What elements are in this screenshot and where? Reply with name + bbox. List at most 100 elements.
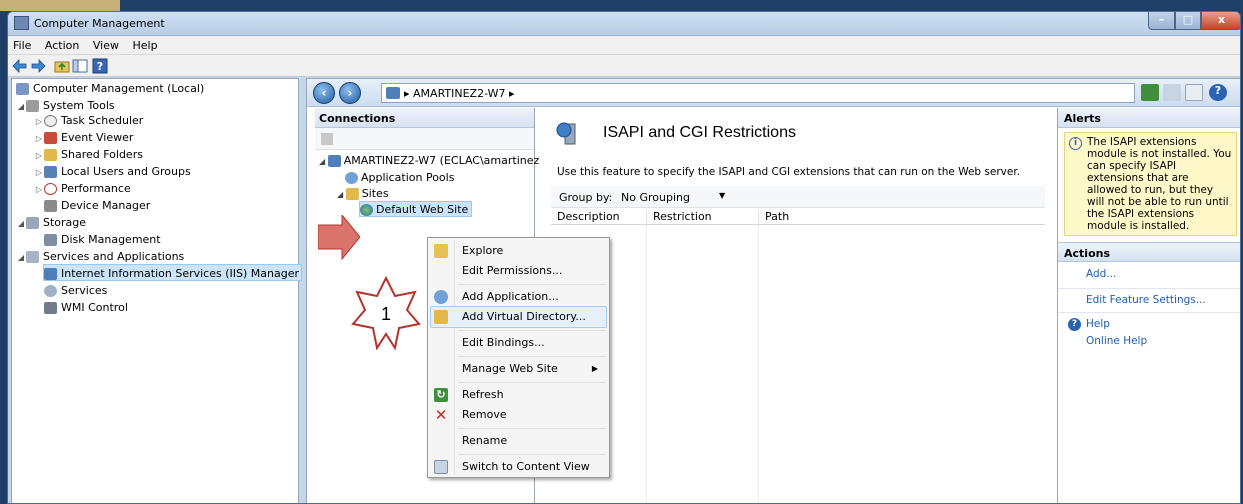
shared-folder-icon bbox=[44, 149, 57, 161]
connection-sites[interactable]: ◢ Sites bbox=[337, 186, 389, 202]
collapsed-arrow-icon[interactable]: ▷ bbox=[34, 130, 44, 147]
minimize-button[interactable]: – bbox=[1148, 12, 1175, 30]
action-help[interactable]: Help bbox=[1086, 318, 1110, 330]
action-online-help[interactable]: Online Help bbox=[1086, 335, 1147, 347]
tree-item-services[interactable]: Services bbox=[44, 282, 107, 299]
menu-item-edit-permissions[interactable]: Edit Permissions... bbox=[430, 260, 607, 282]
column-path[interactable]: Path bbox=[758, 210, 789, 225]
clock-icon bbox=[44, 115, 57, 127]
title-bar[interactable]: Computer Management – □ x bbox=[8, 12, 1240, 36]
connection-default-web-site[interactable]: Default Web Site bbox=[359, 201, 473, 217]
computer-management-icon bbox=[14, 16, 29, 30]
expanded-arrow-icon[interactable]: ◢ bbox=[337, 190, 346, 199]
tree-item-task-scheduler[interactable]: ▷ Task Scheduler bbox=[34, 112, 143, 129]
menu-file[interactable]: File bbox=[8, 36, 36, 52]
nav-back-icon[interactable]: ‹ bbox=[313, 82, 335, 104]
close-button[interactable]: x bbox=[1201, 12, 1240, 30]
menu-item-explore[interactable]: Explore bbox=[430, 240, 607, 262]
tree-item-wmi-control[interactable]: WMI Control bbox=[44, 299, 128, 316]
tree-item-iis-manager[interactable]: Internet Information Services (IIS) Mana… bbox=[43, 264, 302, 281]
tree-item-local-users[interactable]: ▷ Local Users and Groups bbox=[34, 163, 191, 180]
collapsed-arrow-icon[interactable]: ▷ bbox=[34, 147, 44, 164]
collapsed-arrow-icon[interactable]: ▷ bbox=[34, 113, 44, 130]
nav-forward-icon[interactable]: › bbox=[339, 82, 361, 104]
column-description[interactable]: Description bbox=[551, 210, 620, 225]
stop-icon[interactable] bbox=[1163, 84, 1181, 101]
feature-description: Use this feature to specify the ISAPI an… bbox=[557, 166, 1021, 178]
help-toolbar-icon[interactable]: ? bbox=[92, 58, 108, 74]
tree-item-performance[interactable]: ▷ Performance bbox=[34, 180, 131, 197]
expanded-arrow-icon[interactable]: ◢ bbox=[16, 98, 26, 115]
menu-view[interactable]: View bbox=[88, 36, 124, 52]
tree-item-label: Event Viewer bbox=[61, 131, 134, 144]
menu-item-label: Add Virtual Directory... bbox=[462, 310, 586, 323]
menu-action[interactable]: Action bbox=[40, 36, 84, 52]
menu-item-switch-content-view[interactable]: Switch to Content View bbox=[430, 456, 607, 478]
address-box[interactable]: ▸ AMARTINEZ2-W7 ▸ bbox=[381, 83, 1135, 103]
back-icon[interactable] bbox=[12, 58, 28, 74]
help-icon[interactable]: ? bbox=[1209, 84, 1227, 101]
menu-separator bbox=[458, 284, 606, 285]
add-application-icon bbox=[434, 290, 448, 304]
device-manager-icon bbox=[44, 200, 57, 212]
isapi-cgi-icon bbox=[556, 122, 576, 145]
connection-server[interactable]: ◢ AMARTINEZ2-W7 (ECLAC\amartinez bbox=[319, 153, 539, 169]
column-headers: Description Restriction Path bbox=[551, 208, 1045, 225]
expanded-arrow-icon[interactable]: ◢ bbox=[319, 157, 328, 166]
column-restriction[interactable]: Restriction bbox=[646, 210, 712, 225]
menu-item-add-application[interactable]: Add Application... bbox=[430, 286, 607, 308]
group-by-select[interactable]: No Grouping bbox=[621, 191, 690, 204]
menu-separator bbox=[458, 356, 606, 357]
background-strip bbox=[0, 0, 120, 11]
breadcrumb[interactable]: ▸ AMARTINEZ2-W7 ▸ bbox=[404, 87, 515, 100]
maximize-button[interactable]: □ bbox=[1175, 12, 1201, 30]
tree-root[interactable]: Computer Management (Local) bbox=[16, 80, 204, 97]
step-star-annotation: 1 bbox=[351, 276, 421, 350]
tree-item-shared-folders[interactable]: ▷ Shared Folders bbox=[34, 146, 143, 163]
up-folder-icon[interactable] bbox=[54, 58, 70, 74]
tree-item-services-applications[interactable]: ◢ Services and Applications bbox=[16, 248, 184, 265]
show-hide-tree-icon[interactable] bbox=[72, 58, 88, 74]
tree-item-label: WMI Control bbox=[61, 301, 128, 314]
tree-root-label: Computer Management (Local) bbox=[33, 82, 205, 95]
disk-icon bbox=[44, 234, 57, 246]
forward-icon[interactable] bbox=[30, 58, 46, 74]
server-icon bbox=[386, 87, 400, 99]
tree-item-device-manager[interactable]: Device Manager bbox=[44, 197, 150, 214]
menu-item-remove[interactable]: ✕ Remove bbox=[430, 404, 607, 426]
collapsed-arrow-icon[interactable]: ▷ bbox=[34, 164, 44, 181]
menu-item-add-virtual-directory[interactable]: Add Virtual Directory... bbox=[430, 306, 607, 328]
toolbar: ? bbox=[8, 55, 1240, 77]
menu-item-label: Edit Bindings... bbox=[462, 336, 545, 349]
menu-item-refresh[interactable]: ↻ Refresh bbox=[430, 384, 607, 406]
menu-item-label: Remove bbox=[462, 408, 507, 421]
chevron-down-icon[interactable]: ▼ bbox=[719, 191, 725, 200]
menu-item-manage-web-site[interactable]: Manage Web Site ▶ bbox=[430, 358, 607, 380]
new-connection-icon[interactable] bbox=[321, 133, 333, 145]
home-icon[interactable] bbox=[1185, 84, 1203, 101]
menu-item-edit-bindings[interactable]: Edit Bindings... bbox=[430, 332, 607, 354]
menu-item-rename[interactable]: Rename bbox=[430, 430, 607, 452]
help-icon: ? bbox=[1068, 318, 1081, 331]
collapsed-arrow-icon[interactable]: ▷ bbox=[34, 181, 44, 198]
action-edit-feature-settings[interactable]: Edit Feature Settings... bbox=[1086, 294, 1206, 306]
tree-item-disk-management[interactable]: Disk Management bbox=[44, 231, 161, 248]
submenu-arrow-icon: ▶ bbox=[591, 364, 598, 373]
info-icon: i bbox=[1069, 137, 1082, 150]
expanded-arrow-icon[interactable]: ◢ bbox=[16, 215, 26, 232]
action-add[interactable]: Add... bbox=[1086, 268, 1116, 280]
add-virtual-directory-icon bbox=[434, 310, 448, 324]
expanded-arrow-icon[interactable]: ◢ bbox=[16, 249, 26, 266]
menu-item-label: Manage Web Site bbox=[462, 362, 558, 375]
menu-item-label: Refresh bbox=[462, 388, 504, 401]
column-divider bbox=[646, 225, 647, 503]
refresh-nav-icon[interactable] bbox=[1141, 84, 1159, 101]
connection-app-pools[interactable]: Application Pools bbox=[345, 170, 454, 186]
tree-item-event-viewer[interactable]: ▷ Event Viewer bbox=[34, 129, 133, 146]
menu-item-label: Rename bbox=[462, 434, 508, 447]
tree-item-storage[interactable]: ◢ Storage bbox=[16, 214, 86, 231]
menu-item-label: Explore bbox=[462, 244, 504, 257]
menu-help[interactable]: Help bbox=[127, 36, 162, 52]
breadcrumb-server: AMARTINEZ2-W7 bbox=[413, 87, 506, 100]
performance-icon bbox=[44, 183, 57, 195]
